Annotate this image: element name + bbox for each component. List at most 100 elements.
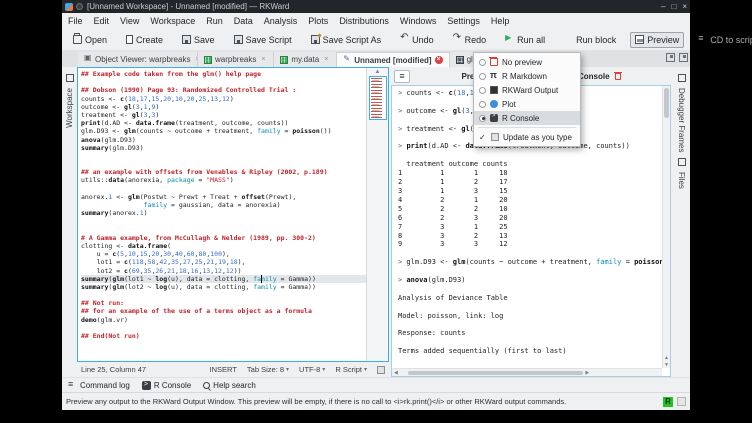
debugger-frames-dock-button[interactable]: Debugger Frames [677, 88, 686, 152]
code-line[interactable] [81, 185, 366, 193]
workspace-dock-button[interactable]: Workspace [65, 88, 74, 128]
menu-item[interactable]: Distributions [339, 16, 389, 26]
toolbar-button[interactable]: Undo [395, 32, 439, 48]
menu-item[interactable]: Data [234, 16, 253, 26]
code-line[interactable] [81, 217, 366, 225]
minimize-button[interactable]: – [661, 3, 665, 11]
menu-item[interactable]: Analysis [264, 16, 298, 26]
code-line[interactable] [81, 78, 366, 86]
toolbar-button[interactable]: Open [68, 32, 112, 48]
code-line[interactable]: summary(glm(lot2 ~ log(u), data = clotti… [81, 283, 366, 291]
engine-status-icon[interactable] [677, 397, 686, 406]
toolbar-button[interactable]: Create [121, 32, 168, 48]
code-line[interactable]: summary(glm.D93) [81, 144, 366, 152]
code-line[interactable]: ## an example with offsets from Venables… [81, 168, 366, 176]
code-line[interactable] [81, 160, 366, 168]
bottom-dock-button[interactable]: R Console [142, 381, 191, 390]
code-line[interactable]: lot1 = c(118,58,42,35,27,25,21,19,18), [81, 258, 366, 266]
menu-item[interactable]: Plots [308, 16, 328, 26]
vertical-scrollbar[interactable]: ▲ ▼ [662, 86, 670, 368]
scroll-down-icon[interactable]: ▼ [663, 362, 670, 368]
code-line[interactable]: outcome <- gl(3,1,9) [81, 103, 366, 111]
code-line[interactable]: demo(glm.vr) [81, 316, 366, 324]
document-tab[interactable]: warpbreaks × [198, 52, 274, 67]
bottom-dock-button[interactable]: Command log [68, 381, 130, 390]
code-line[interactable]: anorex.1 <- glm(Postwt ~ Prewt + Treat +… [81, 193, 366, 201]
split-view-icon[interactable] [666, 53, 675, 62]
toolbar-button[interactable]: Preview [630, 32, 684, 48]
code-line[interactable]: ## for an example of the use of a terms … [81, 307, 366, 315]
code-line[interactable]: summary(anorex.1) [81, 209, 366, 217]
code-line[interactable] [81, 226, 366, 234]
r-engine-badge[interactable]: R [663, 397, 673, 407]
code-line[interactable]: family = gaussian, data = anorexia) [81, 201, 366, 209]
preview-menu-item[interactable]: R Markdown [474, 69, 580, 83]
editor-scrollbar-minimap[interactable]: ▲ [366, 68, 388, 361]
code-line[interactable]: ## Not run: [81, 299, 366, 307]
code-line[interactable]: ## Example code taken from the glm() hel… [81, 70, 366, 78]
encoding-select[interactable]: UTF-8 ▾ [299, 365, 325, 374]
close-button[interactable]: × [682, 3, 687, 11]
detach-window-icon[interactable] [679, 53, 688, 62]
menu-item[interactable]: View [120, 16, 139, 26]
menu-item[interactable]: Workspace [150, 16, 195, 26]
scroll-up-icon[interactable]: ▲ [663, 355, 670, 361]
window-menu-icon[interactable] [76, 3, 83, 10]
code-line[interactable]: # A Gamma example, from McCullagh & Neld… [81, 234, 366, 242]
document-tab[interactable]: Unnamed [modified] × [337, 52, 449, 67]
tab-close-icon[interactable]: × [435, 56, 443, 64]
toolbar-button[interactable]: Save [177, 32, 220, 48]
code-line[interactable] [81, 291, 366, 299]
code-line[interactable]: ## Dobson (1990) Page 93: Randomized Con… [81, 86, 366, 94]
document-tab[interactable]: my.data × [274, 52, 337, 67]
minimap-thumbnail[interactable] [369, 76, 387, 120]
tab-close-icon[interactable]: × [259, 56, 267, 64]
preview-menu-item[interactable]: R Console [474, 111, 580, 125]
code-line[interactable]: counts <- c(18,17,15,20,10,20,25,13,12) [81, 95, 366, 103]
code-line[interactable]: treatment <- gl(3,3) [81, 111, 366, 119]
toolbar-button[interactable]: Save Script As [306, 32, 387, 48]
toolbar-button[interactable]: Run block [559, 32, 621, 48]
menu-item[interactable]: File [68, 16, 83, 26]
menu-item[interactable]: Windows [400, 16, 437, 26]
toolbar-button[interactable]: Redo [448, 32, 492, 48]
code-line[interactable]: u = c(5,10,15,20,30,40,60,80,100), [81, 250, 366, 258]
scrollbar-thumb[interactable] [408, 371, 584, 375]
filetype-select[interactable]: R Script ▾ [335, 365, 367, 374]
scroll-left-icon[interactable]: ◀ [392, 370, 400, 376]
update-as-you-type-item[interactable]: ✓ Update as you type [474, 130, 580, 144]
toolbar-button[interactable]: Run all [500, 32, 550, 48]
code-line[interactable]: summary(glm(lot1 ~ log(u), data = clotti… [81, 275, 366, 283]
insert-mode[interactable]: INSERT [210, 365, 237, 374]
preview-menu-item[interactable]: RKWard Output [474, 83, 580, 97]
code-line[interactable]: lot2 = c(69,35,26,21,18,16,13,12,12)) [81, 267, 366, 275]
code-line[interactable]: clotting <- data.frame( [81, 242, 366, 250]
toolbar-button[interactable]: Save Script [229, 32, 297, 48]
bottom-dock-button[interactable]: Help search [203, 381, 256, 390]
scroll-right-icon[interactable]: ▶ [583, 370, 591, 376]
code-line[interactable] [81, 324, 366, 332]
menu-item[interactable]: Run [206, 16, 223, 26]
preview-menu-item[interactable]: No preview [474, 55, 580, 69]
files-dock-button[interactable]: Files [677, 172, 686, 189]
code-line[interactable]: anova(glm.D93) [81, 136, 366, 144]
scrollbar-thumb[interactable] [664, 88, 669, 118]
code-line[interactable]: utils::data(anorexia, package = "MASS") [81, 176, 366, 184]
horizontal-scrollbar[interactable]: ◀ ▶ [392, 368, 662, 376]
menu-item[interactable]: Help [491, 16, 510, 26]
toolbar-button[interactable]: CD to script directory [693, 32, 752, 48]
close-preview-icon[interactable] [615, 73, 621, 80]
maximize-button[interactable]: □ [671, 3, 676, 11]
code-line[interactable]: print(d.AD <- data.frame(treatment, outc… [81, 119, 366, 127]
document-tab[interactable]: Object Viewer: warpbreaks × [78, 52, 198, 67]
code-line[interactable] [81, 152, 366, 160]
menu-item[interactable]: Settings [447, 16, 480, 26]
preview-menu-button[interactable]: ≡ [394, 70, 410, 83]
code-line[interactable]: glm.D93 <- glm(counts ~ outcome + treatm… [81, 127, 366, 135]
tab-size-select[interactable]: Tab Size: 8 ▾ [247, 365, 289, 374]
preview-menu-item[interactable]: Plot [474, 97, 580, 111]
code-line[interactable]: ## End(Not run) [81, 332, 366, 340]
scroll-up-icon[interactable]: ▲ [375, 68, 381, 76]
tab-close-icon[interactable]: × [322, 56, 330, 64]
menu-item[interactable]: Edit [94, 16, 110, 26]
